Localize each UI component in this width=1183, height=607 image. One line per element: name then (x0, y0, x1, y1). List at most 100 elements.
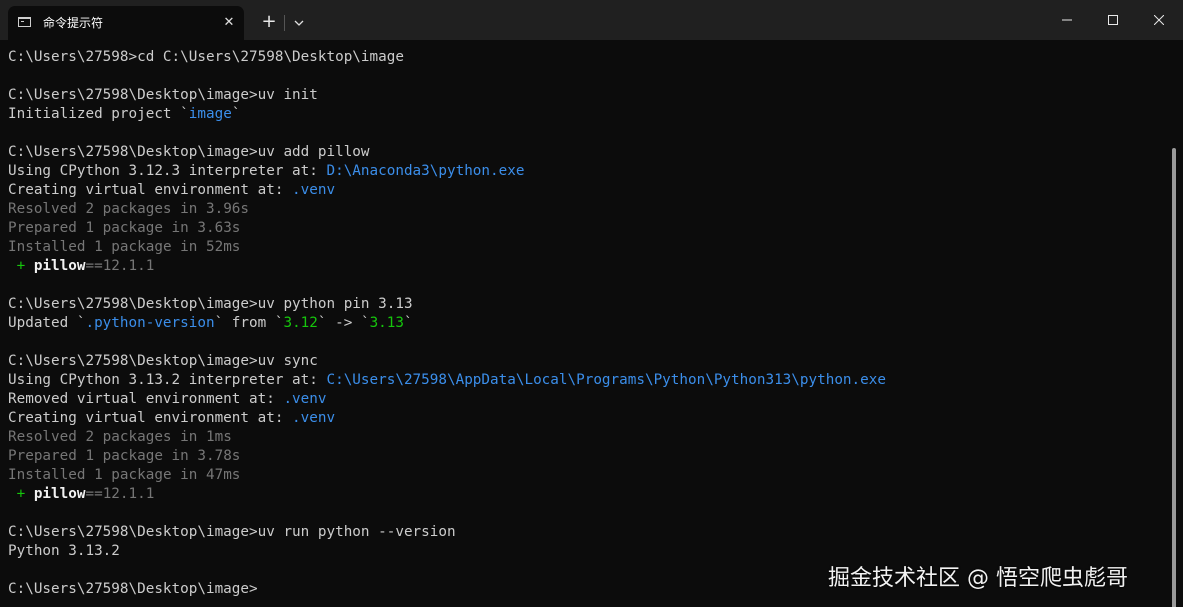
terminal-text: in 47ms (171, 467, 241, 483)
terminal-text: in 3.78s (162, 448, 241, 464)
terminal-line: C:\Users\27598\Desktop\image>uv run pyth… (8, 523, 886, 542)
terminal-text: 2 packages (85, 201, 172, 217)
terminal-text: Installed (8, 467, 95, 483)
terminal-text: Initialized project ` (8, 106, 189, 122)
terminal-text: Using CPython 3.12.3 interpreter at: (8, 163, 327, 179)
terminal-text: pillow (33, 258, 86, 274)
terminal-text: 3.12 (283, 315, 318, 331)
terminal-line: C:\Users\27598\Desktop\image>uv python p… (8, 295, 886, 314)
terminal-text: 1 package (85, 448, 163, 464)
terminal-text: Creating virtual environment at: (8, 182, 293, 198)
terminal-text: C:\Users\27598\AppData\Local\Programs\Py… (326, 372, 886, 388)
terminal-text: Creating virtual environment at: (8, 410, 293, 426)
terminal-text: Removed virtual environment at: (8, 391, 284, 407)
terminal-text: ` (404, 315, 413, 331)
terminal-text: C:\Users\27598\Desktop\image>uv run pyth… (8, 524, 456, 540)
terminal-text: ` from ` (214, 315, 284, 331)
terminal-text: C:\Users\27598\Desktop\image> (8, 581, 258, 597)
terminal-lines: C:\Users\27598>cd C:\Users\27598\Desktop… (8, 48, 886, 599)
terminal-line: Using CPython 3.13.2 interpreter at: C:\… (8, 371, 886, 390)
terminal-text: image (188, 106, 232, 122)
terminal-line: Using CPython 3.12.3 interpreter at: D:\… (8, 162, 886, 181)
terminal-text: in 1ms (171, 429, 232, 445)
terminal-text: + (8, 486, 34, 502)
terminal-text: C:\Users\27598\Desktop\image>uv add pill… (8, 144, 370, 160)
terminal-text: C:\Users\27598\Desktop\image>uv init (8, 87, 318, 103)
terminal-text: C:\Users\27598>cd C:\Users\27598\Desktop… (8, 49, 404, 65)
terminal-text: 2 packages (85, 429, 172, 445)
terminal-text: pillow (33, 486, 86, 502)
maximize-button[interactable] (1090, 0, 1136, 40)
chevron-down-icon[interactable] (289, 12, 309, 34)
tab-title: 命令提示符 (43, 16, 104, 30)
terminal-line: Resolved 2 packages in 3.96s (8, 200, 886, 219)
terminal-output[interactable]: C:\Users\27598>cd C:\Users\27598\Desktop… (0, 40, 1183, 607)
terminal-text: ` -> ` (317, 315, 370, 331)
terminal-line: Initialized project `image` (8, 105, 886, 124)
terminal-text: Resolved (8, 429, 86, 445)
terminal-text: 1 package (94, 467, 172, 483)
watermark: 掘金技术社区 @ 悟空爬虫彪哥 (828, 566, 1128, 591)
terminal-line: C:\Users\27598\Desktop\image>uv add pill… (8, 143, 886, 162)
tab-command-prompt[interactable]: 命令提示符 ✕ (8, 6, 244, 40)
new-tab-button[interactable]: + (258, 12, 280, 34)
terminal-line: Prepared 1 package in 3.78s (8, 447, 886, 466)
terminal-line: + pillow==12.1.1 (8, 257, 886, 276)
terminal-line: C:\Users\27598\Desktop\image>uv sync (8, 352, 886, 371)
maximize-icon (1108, 15, 1118, 25)
terminal-line: Installed 1 package in 47ms (8, 466, 886, 485)
terminal-text: Resolved (8, 201, 86, 217)
terminal-line: Python 3.13.2 (8, 542, 886, 561)
minimize-icon (1062, 19, 1072, 21)
close-window-button[interactable] (1136, 0, 1182, 40)
terminal-line: Prepared 1 package in 3.63s (8, 219, 886, 238)
terminal-text: 1 package (85, 220, 163, 236)
terminal-text: C:\Users\27598\Desktop\image>uv python p… (8, 296, 413, 312)
close-icon (1154, 15, 1164, 25)
tab-divider (284, 15, 285, 31)
terminal-line: Updated `.python-version` from `3.12` ->… (8, 314, 886, 333)
terminal-text: Prepared (8, 220, 86, 236)
terminal-text: ==12.1.1 (85, 486, 155, 502)
close-icon[interactable]: ✕ (220, 14, 238, 32)
terminal-line: Installed 1 package in 52ms (8, 238, 886, 257)
terminal-window: 命令提示符 ✕ + C:\Users\27598>cd C:\Users\275… (0, 0, 1183, 607)
terminal-line: C:\Users\27598\Desktop\image> (8, 580, 886, 599)
terminal-text: 3.13 (369, 315, 404, 331)
terminal-line: Removed virtual environment at: .venv (8, 390, 886, 409)
terminal-text: in 3.96s (171, 201, 250, 217)
terminal-text: + (8, 258, 34, 274)
terminal-icon (18, 17, 31, 27)
terminal-text: in 3.63s (162, 220, 241, 236)
terminal-line: Creating virtual environment at: .venv (8, 409, 886, 428)
terminal-text: in 52ms (171, 239, 241, 255)
title-bar: 命令提示符 ✕ + (0, 0, 1183, 40)
terminal-text: C:\Users\27598\Desktop\image>uv sync (8, 353, 318, 369)
terminal-text: Installed (8, 239, 95, 255)
terminal-text: Python 3.13.2 (8, 543, 120, 559)
terminal-line: Creating virtual environment at: .venv (8, 181, 886, 200)
terminal-text: Prepared (8, 448, 86, 464)
scrollbar[interactable] (1172, 148, 1176, 607)
terminal-text: 1 package (94, 239, 172, 255)
terminal-line: Resolved 2 packages in 1ms (8, 428, 886, 447)
terminal-text: D:\Anaconda3\python.exe (326, 163, 525, 179)
terminal-text: .venv (292, 182, 336, 198)
terminal-text: .venv (292, 410, 336, 426)
terminal-text: .python-version (85, 315, 215, 331)
terminal-text: ==12.1.1 (85, 258, 155, 274)
terminal-text: Using CPython 3.13.2 interpreter at: (8, 372, 327, 388)
terminal-line: C:\Users\27598\Desktop\image>uv init (8, 86, 886, 105)
terminal-line: + pillow==12.1.1 (8, 485, 886, 504)
terminal-text: .venv (283, 391, 327, 407)
terminal-line: C:\Users\27598>cd C:\Users\27598\Desktop… (8, 48, 886, 67)
terminal-text: Updated ` (8, 315, 86, 331)
terminal-text: ` (231, 106, 241, 122)
minimize-button[interactable] (1044, 0, 1090, 40)
